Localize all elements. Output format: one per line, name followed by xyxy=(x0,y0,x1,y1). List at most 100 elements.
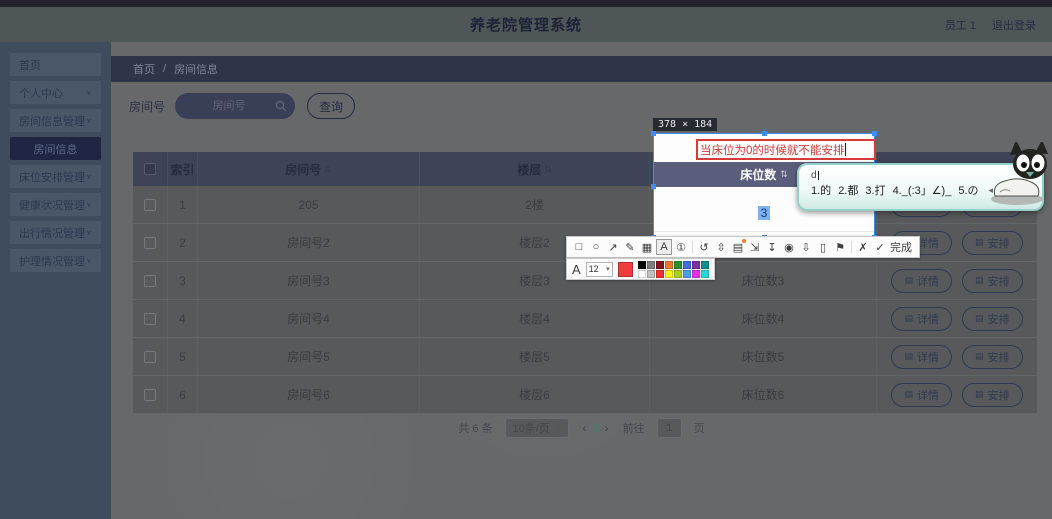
annotation-textbox[interactable]: 当床位为0的时候就不能安排 xyxy=(696,139,876,160)
palette-swatch[interactable] xyxy=(691,269,700,278)
confirm-button[interactable]: ✓ xyxy=(872,239,888,255)
sidebar-item-label: 床位安排管理 xyxy=(19,171,85,184)
detail-button[interactable]: ▤ 详情 xyxy=(891,306,952,331)
row-checkbox[interactable] xyxy=(144,198,156,211)
detail-button[interactable]: ▤ 详情 xyxy=(891,382,952,407)
ime-candidate[interactable]: 2.都 xyxy=(838,182,858,198)
arrow-tool[interactable]: ↗ xyxy=(605,239,621,255)
goto-label: 前往 xyxy=(622,423,645,435)
palette-swatch[interactable] xyxy=(700,260,709,269)
col-header-index: 索引 xyxy=(168,152,198,186)
save-tool[interactable]: ⇩ xyxy=(798,239,814,255)
ime-candidate[interactable]: 3.打 xyxy=(865,182,885,198)
row-checkbox[interactable] xyxy=(144,236,156,249)
undo-tool[interactable]: ↺ xyxy=(696,239,712,255)
arrange-button[interactable]: ▤安排 xyxy=(962,382,1023,407)
toolbar-separator xyxy=(692,241,693,253)
device-tool[interactable]: ▯ xyxy=(815,239,831,255)
sidebar-item-room-info[interactable]: 房间信息 xyxy=(10,137,101,160)
arrange-button[interactable]: ▤安排 xyxy=(962,344,1023,369)
rect-tool[interactable]: □ xyxy=(571,239,587,255)
resize-handle-ne[interactable] xyxy=(872,131,877,136)
resize-handle-n[interactable] xyxy=(762,131,767,136)
button-label: 安排 xyxy=(987,389,1010,402)
counter-tool[interactable]: ① xyxy=(673,239,689,255)
breadcrumb-home[interactable]: 首页 xyxy=(133,61,155,77)
select-all-checkbox[interactable] xyxy=(144,163,156,175)
cancel-button[interactable]: ✗ xyxy=(855,239,871,255)
sidebar-item-room-info-mgmt[interactable]: 房间信息管理 ∨ xyxy=(10,109,101,132)
goto-page-input[interactable]: 1 xyxy=(656,418,682,438)
arrange-button[interactable]: ▤安排 xyxy=(962,306,1023,331)
text-tool[interactable]: A xyxy=(656,239,672,255)
palette-swatch[interactable] xyxy=(637,260,646,269)
current-color-swatch[interactable] xyxy=(617,261,633,277)
mosaic-tool[interactable]: ▦ xyxy=(639,239,655,255)
palette-swatch[interactable] xyxy=(664,260,673,269)
palette-swatch[interactable] xyxy=(646,260,655,269)
ocr-tool[interactable]: ▤ xyxy=(730,239,746,255)
page-size-select[interactable]: 10条/页 ∨ xyxy=(504,418,569,438)
sidebar-item-health-mgmt[interactable]: 健康状况管理 ∨ xyxy=(10,193,101,216)
cell-index: 2 xyxy=(168,224,198,261)
cell-room: 房间号3 xyxy=(198,262,420,299)
prev-page-button[interactable]: ‹ xyxy=(581,421,589,435)
fullscreen-tool[interactable]: ⇲ xyxy=(747,239,763,255)
col-header-room[interactable]: 房间号 ⇅ xyxy=(198,152,420,186)
query-button[interactable]: 查询 xyxy=(307,93,356,119)
sidebar-item-travel-mgmt[interactable]: 出行情况管理 ∨ xyxy=(10,221,101,244)
sidebar-item-label: 健康状况管理 xyxy=(19,199,85,212)
ellipse-tool[interactable]: ○ xyxy=(588,239,604,255)
palette-swatch[interactable] xyxy=(673,269,682,278)
ime-candidate[interactable]: 5.の xyxy=(958,182,978,198)
palette-swatch[interactable] xyxy=(646,269,655,278)
resize-handle-nw[interactable] xyxy=(651,131,656,136)
resize-handle-w[interactable] xyxy=(651,184,656,189)
ime-candidate[interactable]: 1.的 xyxy=(811,182,831,198)
font-size-select[interactable]: 12 ▾ xyxy=(585,261,613,277)
cell-index: 3 xyxy=(168,262,198,299)
pen-tool[interactable]: ✎ xyxy=(622,239,638,255)
button-label: 详情 xyxy=(917,313,939,326)
pin-tool[interactable]: ↧ xyxy=(764,239,780,255)
palette-swatch[interactable] xyxy=(664,269,673,278)
current-page-button[interactable]: 1 xyxy=(589,422,603,434)
palette-swatch[interactable] xyxy=(673,260,682,269)
sidebar-item-personal-center[interactable]: 个人中心 ∨ xyxy=(10,81,101,104)
record-tool[interactable]: ◉ xyxy=(781,239,797,255)
ime-candidate[interactable]: 4._(:3」∠)_ xyxy=(893,182,952,198)
sort-icon[interactable]: ⇅ xyxy=(324,164,332,175)
row-checkbox[interactable] xyxy=(144,312,156,325)
button-label: 安排 xyxy=(987,351,1010,364)
palette-swatch[interactable] xyxy=(655,269,664,278)
sidebar-item-home[interactable]: 首页 xyxy=(10,53,101,76)
button-label: 安排 xyxy=(987,275,1010,288)
palette-swatch[interactable] xyxy=(691,260,700,269)
search-icon xyxy=(275,100,287,112)
cell-actions: ▤详情 ▤安排 xyxy=(877,338,1037,375)
row-checkbox[interactable] xyxy=(144,274,156,287)
next-page-button[interactable]: › xyxy=(603,421,611,435)
scroll-capture-tool[interactable]: ⇳ xyxy=(713,239,729,255)
row-checkbox[interactable] xyxy=(144,388,156,401)
sidebar-item-bed-mgmt[interactable]: 床位安排管理 ∨ xyxy=(10,165,101,188)
logout-link[interactable]: 退出登录 xyxy=(992,17,1036,33)
sidebar-item-nursing-mgmt[interactable]: 护理情况管理 ∨ xyxy=(10,249,101,272)
palette-swatch[interactable] xyxy=(700,269,709,278)
palette-swatch[interactable] xyxy=(637,269,646,278)
arrange-button[interactable]: ▤安排 xyxy=(962,230,1023,255)
detail-button[interactable]: ▤ 详情 xyxy=(891,344,952,369)
palette-swatch[interactable] xyxy=(682,260,691,269)
flag-tool[interactable]: ⚑ xyxy=(832,239,848,255)
palette-swatch[interactable] xyxy=(682,269,691,278)
col-header-floor[interactable]: 楼层 ⇅ xyxy=(420,152,650,186)
row-checkbox[interactable] xyxy=(144,350,156,363)
arrange-button[interactable]: ▤安排 xyxy=(962,268,1023,293)
chevron-down-icon: ∨ xyxy=(86,200,92,209)
confirm-label[interactable]: 完成 xyxy=(889,239,915,255)
palette-swatch[interactable] xyxy=(655,260,664,269)
cell-index: 5 xyxy=(168,338,198,375)
button-label: 详情 xyxy=(917,237,939,250)
detail-button[interactable]: ▤ 详情 xyxy=(891,268,952,293)
sort-icon[interactable]: ⇅ xyxy=(544,164,552,175)
